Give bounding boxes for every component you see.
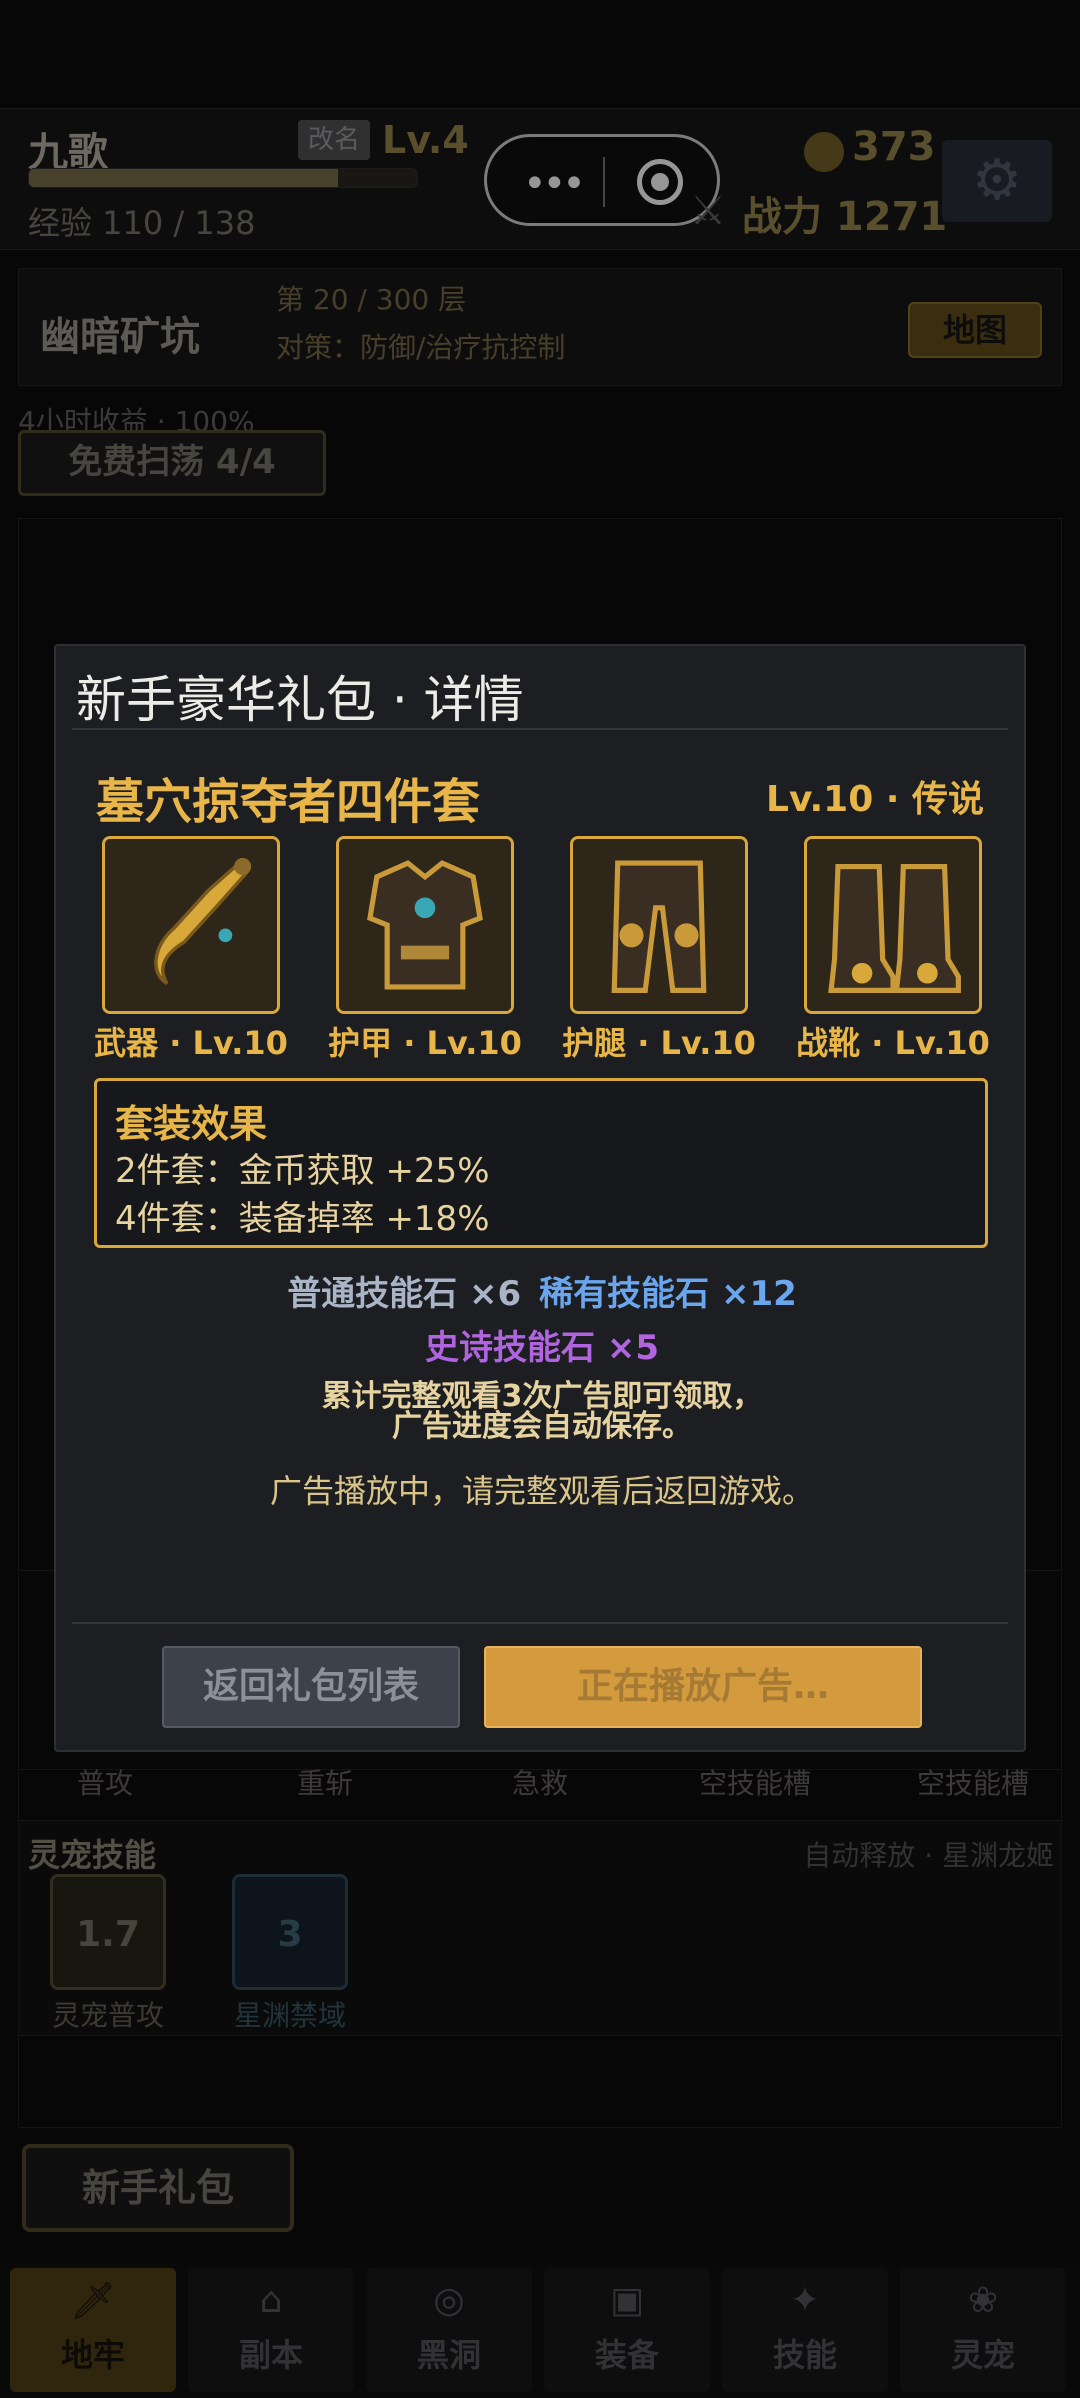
back-to-list-button[interactable]: 返回礼包列表 (162, 1646, 460, 1728)
ad-requirement-note: 累计完整观看3次广告即可领取， 广告进度会自动保存。 (56, 1382, 1028, 1442)
boots-item-card[interactable] (804, 836, 982, 1014)
set-effect-4pc: 4件套：装备掉率 +18% (115, 1199, 490, 1239)
epic-stone-reward: 史诗技能石 ×5 (425, 1328, 659, 1368)
modal-divider (72, 728, 1008, 730)
modal-footer-divider (72, 1622, 1008, 1624)
modal-title: 新手豪华礼包 · 详情 (76, 671, 524, 729)
weapon-item-card[interactable] (102, 836, 280, 1014)
armor-icon (339, 839, 511, 1011)
rare-stone-reward: 稀有技能石 ×12 (539, 1274, 797, 1314)
armor-label: 护甲 · Lv.10 (328, 1024, 522, 1062)
boots-label: 战靴 · Lv.10 (796, 1024, 990, 1062)
leggings-label: 护腿 · Lv.10 (562, 1024, 756, 1062)
boots-icon (807, 839, 979, 1011)
armor-item-card[interactable] (336, 836, 514, 1014)
set-name: 墓穴掠夺者四件套 (96, 774, 481, 830)
set-level: Lv.10 · 传说 (766, 779, 984, 820)
ad-note-line-1: 累计完整观看3次广告即可领取， (321, 1379, 763, 1414)
skill-stones-line: 普通技能石 ×6 稀有技能石 ×12 (56, 1266, 1028, 1315)
weapon-label: 武器 · Lv.10 (94, 1024, 288, 1062)
set-effect-2pc: 2件套：金币获取 +25% (115, 1151, 490, 1191)
ad-note-line-2: 广告进度会自动保存。 (392, 1409, 692, 1444)
common-stone-reward: 普通技能石 ×6 (287, 1274, 522, 1314)
ad-status-text: 广告播放中，请完整观看后返回游戏。 (269, 1472, 814, 1510)
set-effect-box: 套装效果 2件套：金币获取 +25% 4件套：装备掉率 +18% (94, 1078, 988, 1248)
leggings-item-card[interactable] (570, 836, 748, 1014)
set-effect-title: 套装效果 (115, 1102, 268, 1146)
weapon-icon (105, 839, 277, 1011)
leggings-icon (573, 839, 745, 1011)
playing-ad-button[interactable]: 正在播放广告… (484, 1646, 922, 1728)
gift-pack-modal: 新手豪华礼包 · 详情 墓穴掠夺者四件套 Lv.10 · 传说 武器 · Lv.… (54, 644, 1026, 1752)
